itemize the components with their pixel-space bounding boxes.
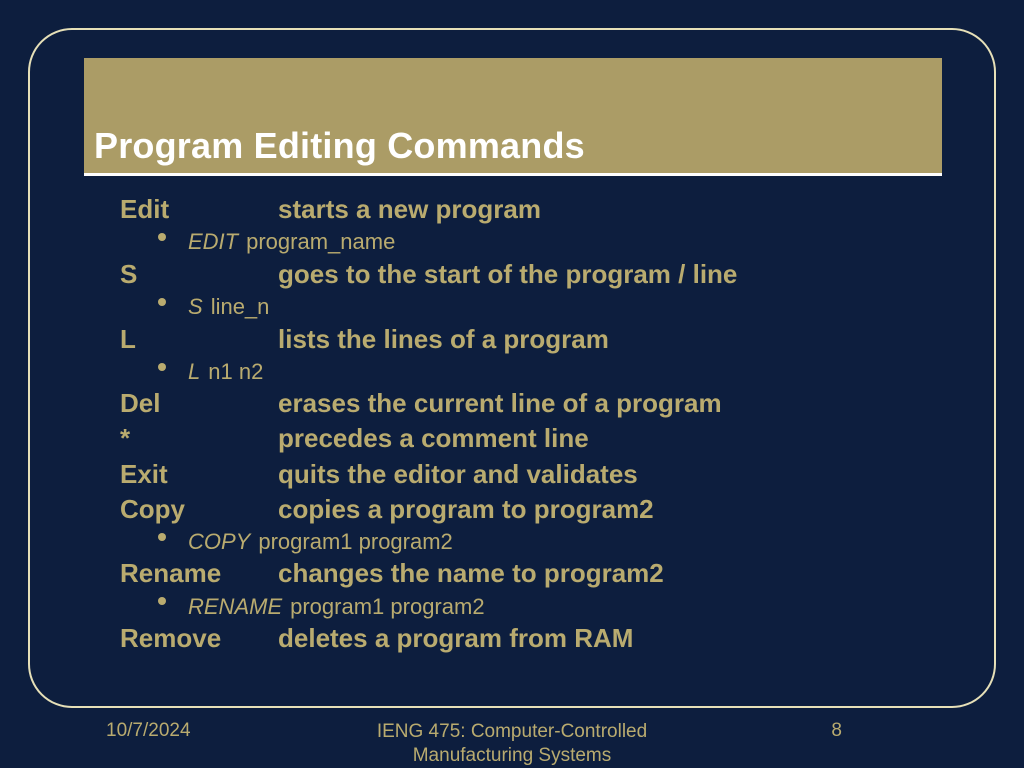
syntax-keyword: COPY [188, 527, 250, 557]
command-name: Copy [120, 492, 278, 527]
bullet-icon [158, 533, 166, 541]
command-row: * precedes a comment line [120, 421, 970, 456]
command-row: L lists the lines of a program [120, 322, 970, 357]
command-desc: starts a new program [278, 192, 541, 227]
command-syntax: EDIT program_name [120, 227, 970, 257]
command-row: Exit quits the editor and validates [120, 457, 970, 492]
command-syntax: L n1 n2 [120, 357, 970, 387]
bullet-icon [158, 363, 166, 371]
command-row: Rename changes the name to program2 [120, 556, 970, 591]
command-name: Rename [120, 556, 278, 591]
command-name: Del [120, 386, 278, 421]
syntax-arg: n1 n2 [208, 357, 263, 387]
command-desc: copies a program to program2 [278, 492, 654, 527]
syntax-keyword: L [188, 357, 200, 387]
command-desc: lists the lines of a program [278, 322, 609, 357]
command-desc: goes to the start of the program / line [278, 257, 737, 292]
command-desc: precedes a comment line [278, 421, 589, 456]
command-syntax: COPY program1 program2 [120, 527, 970, 557]
syntax-keyword: RENAME [188, 592, 282, 622]
syntax-arg: program1 program2 [258, 527, 452, 557]
command-desc: erases the current line of a program [278, 386, 722, 421]
command-desc: quits the editor and validates [278, 457, 638, 492]
command-desc: changes the name to program2 [278, 556, 664, 591]
command-row: Copy copies a program to program2 [120, 492, 970, 527]
command-name: * [120, 421, 278, 456]
footer-course-line2: Manufacturing Systems [413, 745, 612, 766]
command-row: Del erases the current line of a program [120, 386, 970, 421]
syntax-arg: line_n [211, 292, 270, 322]
command-row: Remove deletes a program from RAM [120, 621, 970, 656]
syntax-arg: program1 program2 [290, 592, 484, 622]
syntax-keyword: EDIT [188, 227, 238, 257]
footer-page-number: 8 [831, 720, 842, 742]
syntax-arg: program_name [246, 227, 395, 257]
command-row: Edit starts a new program [120, 192, 970, 227]
command-desc: deletes a program from RAM [278, 621, 633, 656]
command-name: Edit [120, 192, 278, 227]
command-row: S goes to the start of the program / lin… [120, 257, 970, 292]
command-name: Remove [120, 621, 278, 656]
bullet-icon [158, 298, 166, 306]
command-syntax: S line_n [120, 292, 970, 322]
command-name: S [120, 257, 278, 292]
bullet-icon [158, 597, 166, 605]
footer-course: IENG 475: Computer-Controlled Manufactur… [0, 720, 1024, 768]
slide-title: Program Editing Commands [94, 125, 585, 167]
command-name: Exit [120, 457, 278, 492]
title-bar: Program Editing Commands [84, 58, 942, 176]
slide-content: Edit starts a new program EDIT program_n… [120, 192, 970, 656]
command-syntax: RENAME program1 program2 [120, 592, 970, 622]
footer-course-line1: IENG 475: Computer-Controlled [377, 721, 647, 742]
bullet-icon [158, 233, 166, 241]
command-name: L [120, 322, 278, 357]
syntax-keyword: S [188, 292, 203, 322]
